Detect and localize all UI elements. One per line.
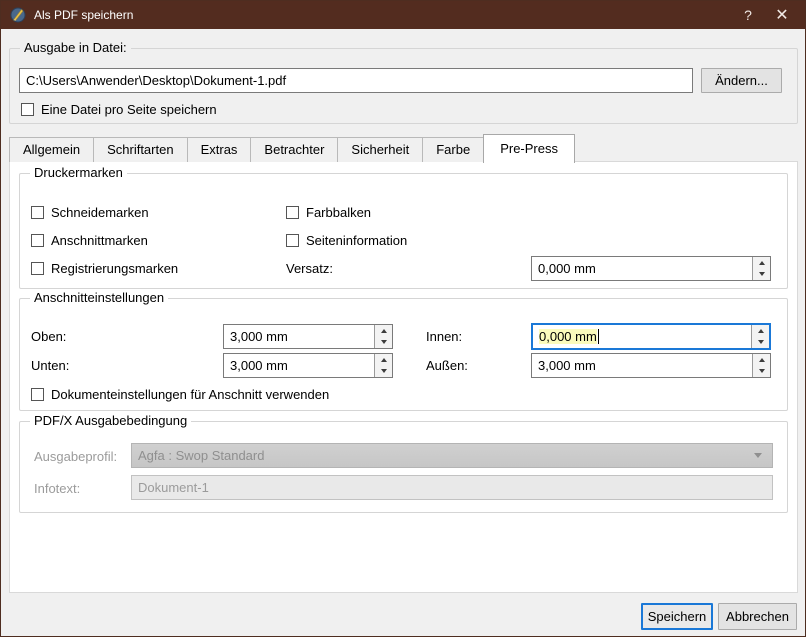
spin-up-icon[interactable] xyxy=(375,354,392,366)
tab-betrachter[interactable]: Betrachter xyxy=(250,137,338,162)
bleed-marks-label: Anschnittmarken xyxy=(51,233,148,248)
bleed-inside-spinbox[interactable]: 0,000 mm xyxy=(531,323,771,350)
tab-schriftarten[interactable]: Schriftarten xyxy=(93,137,187,162)
checkbox-box[interactable] xyxy=(286,234,299,247)
bleed-inside-label: Innen: xyxy=(426,329,462,344)
output-group-title: Ausgabe in Datei: xyxy=(20,40,131,56)
info-string-label: Infotext: xyxy=(34,481,80,496)
pdfx-group-title: PDF/X Ausgabebedingung xyxy=(30,413,191,429)
window-title: Als PDF speichern xyxy=(34,8,133,22)
bleed-bottom-spinbox[interactable]: 3,000 mm xyxy=(223,353,393,378)
checkbox-box[interactable] xyxy=(31,388,44,401)
spinner-buttons[interactable] xyxy=(374,354,392,377)
title-bar: Als PDF speichern ? ✕ xyxy=(1,1,805,29)
tab-sicherheit[interactable]: Sicherheit xyxy=(337,137,423,162)
text-caret xyxy=(598,329,599,344)
spin-down-icon[interactable] xyxy=(752,337,769,349)
bleed-bottom-value: 3,000 mm xyxy=(224,354,374,377)
spin-down-icon[interactable] xyxy=(375,366,392,378)
help-button[interactable]: ? xyxy=(731,1,765,29)
offset-spinbox[interactable]: 0,000 mm xyxy=(531,256,771,281)
registration-marks-label: Registrierungsmarken xyxy=(51,261,178,276)
one-file-per-page-checkbox[interactable]: Eine Datei pro Seite speichern xyxy=(21,102,217,117)
spinner-buttons[interactable] xyxy=(374,325,392,348)
cancel-button-label: Abbrechen xyxy=(726,609,789,624)
spin-up-icon[interactable] xyxy=(752,325,769,337)
bleed-settings-title: Anschnitteinstellungen xyxy=(30,290,168,306)
bleed-top-spinbox[interactable]: 3,000 mm xyxy=(223,324,393,349)
close-icon[interactable]: ✕ xyxy=(765,1,799,29)
save-as-pdf-dialog: Als PDF speichern ? ✕ Ausgabe in Datei: … xyxy=(0,0,806,637)
bleed-inside-value: 0,000 mm xyxy=(533,325,751,348)
checkbox-box[interactable] xyxy=(31,234,44,247)
save-button[interactable]: Speichern xyxy=(641,603,713,630)
tab-farbe[interactable]: Farbe xyxy=(422,137,484,162)
bleed-top-value: 3,000 mm xyxy=(224,325,374,348)
output-path-input[interactable]: C:\Users\Anwender\Desktop\Dokument-1.pdf xyxy=(19,68,693,93)
offset-label: Versatz: xyxy=(286,261,333,276)
checkbox-box[interactable] xyxy=(286,206,299,219)
info-string-field: Dokument-1 xyxy=(131,475,773,500)
bleed-outside-value: 3,000 mm xyxy=(532,354,752,377)
checkbox-box[interactable] xyxy=(31,206,44,219)
spin-up-icon[interactable] xyxy=(375,325,392,337)
cancel-button[interactable]: Abbrechen xyxy=(718,603,797,630)
crop-marks-checkbox[interactable]: Schneidemarken xyxy=(31,205,149,220)
info-string-value: Dokument-1 xyxy=(138,480,209,495)
bleed-outside-label: Außen: xyxy=(426,358,468,373)
registration-marks-checkbox[interactable]: Registrierungsmarken xyxy=(31,261,178,276)
printer-marks-title: Druckermarken xyxy=(30,165,127,181)
tab-extras[interactable]: Extras xyxy=(187,137,252,162)
change-path-label: Ändern... xyxy=(715,73,768,88)
crop-marks-label: Schneidemarken xyxy=(51,205,149,220)
output-profile-value: Agfa : Swop Standard xyxy=(138,448,264,463)
spinner-buttons[interactable] xyxy=(752,354,770,377)
bleed-bottom-label: Unten: xyxy=(31,358,69,373)
spin-up-icon[interactable] xyxy=(753,257,770,269)
save-button-label: Speichern xyxy=(648,609,707,624)
color-bars-label: Farbbalken xyxy=(306,205,371,220)
spin-down-icon[interactable] xyxy=(375,337,392,349)
chevron-down-icon xyxy=(754,453,762,458)
one-file-per-page-label: Eine Datei pro Seite speichern xyxy=(41,102,217,117)
spin-down-icon[interactable] xyxy=(753,269,770,281)
color-bars-checkbox[interactable]: Farbbalken xyxy=(286,205,371,220)
output-profile-combobox: Agfa : Swop Standard xyxy=(131,443,773,468)
output-path-value: C:\Users\Anwender\Desktop\Dokument-1.pdf xyxy=(26,73,286,88)
selected-text: 0,000 mm xyxy=(539,329,597,344)
checkbox-box[interactable] xyxy=(31,262,44,275)
spinner-buttons[interactable] xyxy=(752,257,770,280)
page-information-label: Seiteninformation xyxy=(306,233,407,248)
use-doc-bleed-label: Dokumenteinstellungen für Anschnitt verw… xyxy=(51,387,329,402)
change-path-button[interactable]: Ändern... xyxy=(701,68,782,93)
spin-up-icon[interactable] xyxy=(753,354,770,366)
tab-pre-press[interactable]: Pre-Press xyxy=(483,134,575,163)
spinner-buttons[interactable] xyxy=(751,325,769,348)
bleed-outside-spinbox[interactable]: 3,000 mm xyxy=(531,353,771,378)
scribus-app-icon xyxy=(10,7,26,23)
offset-value: 0,000 mm xyxy=(532,257,752,280)
tab-allgemein[interactable]: Allgemein xyxy=(9,137,94,162)
settings-tabbar: Allgemein Schriftarten Extras Betrachter… xyxy=(9,134,574,162)
bleed-marks-checkbox[interactable]: Anschnittmarken xyxy=(31,233,148,248)
spin-down-icon[interactable] xyxy=(753,366,770,378)
use-doc-bleed-checkbox[interactable]: Dokumenteinstellungen für Anschnitt verw… xyxy=(31,387,329,402)
checkbox-box[interactable] xyxy=(21,103,34,116)
bleed-top-label: Oben: xyxy=(31,329,66,344)
output-profile-label: Ausgabeprofil: xyxy=(34,449,117,464)
page-information-checkbox[interactable]: Seiteninformation xyxy=(286,233,407,248)
